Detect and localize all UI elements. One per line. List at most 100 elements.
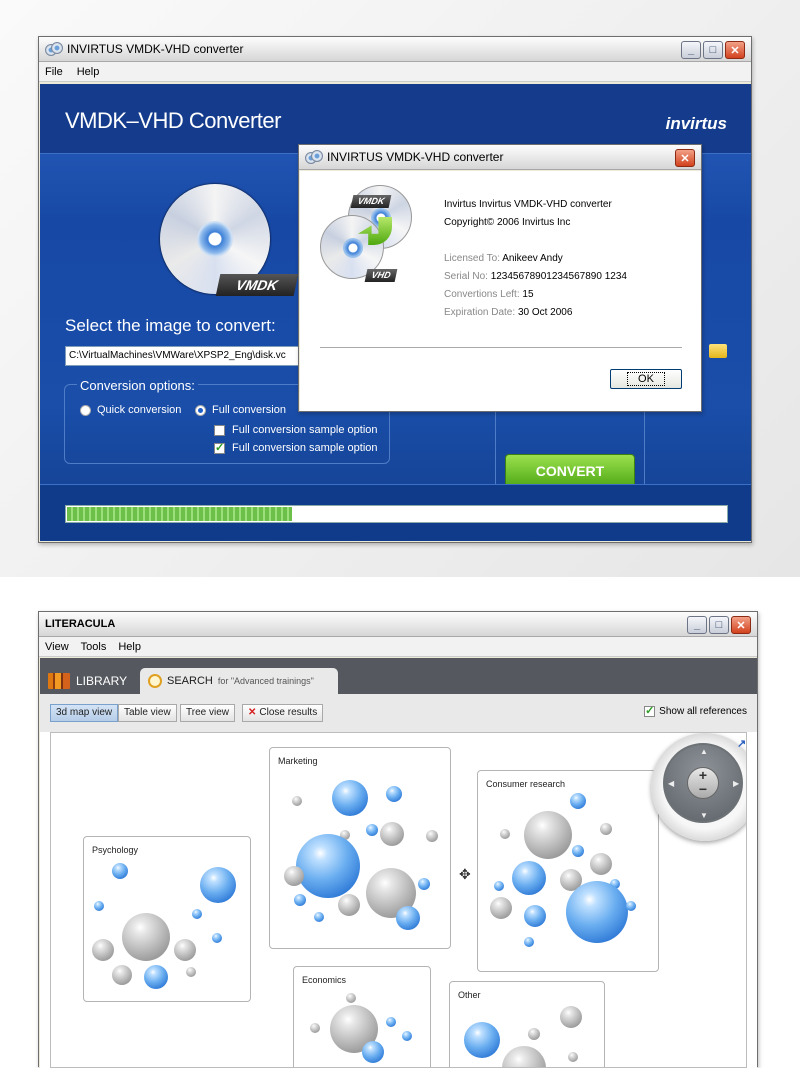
maximize-button[interactable]: □	[703, 41, 723, 59]
reference-sphere[interactable]	[386, 1017, 396, 1027]
pan-left-icon[interactable]: ◀	[668, 779, 674, 788]
pan-down-icon[interactable]: ▼	[700, 811, 708, 820]
menu-file[interactable]: File	[45, 66, 63, 78]
reference-sphere[interactable]	[174, 939, 196, 961]
title-bar[interactable]: LITERACULA _ □ ✕	[39, 612, 757, 637]
reference-sphere[interactable]	[490, 897, 512, 919]
reference-sphere[interactable]	[366, 824, 378, 836]
reference-sphere[interactable]	[296, 834, 360, 898]
reference-sphere[interactable]	[200, 867, 236, 903]
group-consumer-research[interactable]: Consumer research	[477, 770, 659, 972]
reference-sphere[interactable]	[346, 993, 356, 1003]
reference-sphere[interactable]	[512, 861, 546, 895]
reference-sphere[interactable]	[362, 1041, 384, 1063]
expand-icon[interactable]: ↗	[737, 737, 746, 750]
navigator-ring[interactable]: ▲ ▼ ◀ ▶ + −	[663, 743, 743, 823]
reference-sphere[interactable]	[528, 1028, 540, 1040]
reference-sphere[interactable]	[112, 965, 132, 985]
reference-sphere[interactable]	[590, 853, 612, 875]
reference-sphere[interactable]	[192, 909, 202, 919]
menu-help[interactable]: Help	[118, 641, 141, 653]
reference-sphere[interactable]	[426, 830, 438, 842]
reference-sphere[interactable]	[524, 811, 572, 859]
reference-sphere[interactable]	[292, 796, 302, 806]
reference-sphere[interactable]	[524, 937, 534, 947]
minimize-button[interactable]: _	[681, 41, 701, 59]
reference-sphere[interactable]	[500, 829, 510, 839]
menu-help[interactable]: Help	[77, 66, 100, 78]
reference-sphere[interactable]	[570, 793, 586, 809]
group-label: Marketing	[278, 756, 318, 766]
close-button[interactable]: ✕	[731, 616, 751, 634]
view-3d-map-button[interactable]: 3d map view	[50, 704, 119, 722]
reference-sphere[interactable]	[112, 863, 128, 879]
dialog-close-button[interactable]: ✕	[675, 149, 695, 167]
zoom-navigator-icon[interactable]: ▲ ▼ ◀ ▶ + −	[651, 733, 746, 841]
vhd-label: VHD	[364, 269, 398, 282]
zoom-in-out-icon[interactable]: + −	[687, 767, 719, 799]
reference-sphere[interactable]	[332, 780, 368, 816]
tab-library[interactable]: LIBRARY	[48, 668, 127, 694]
title-bar[interactable]: INVIRTUS VMDK-VHD converter _ □ ✕	[39, 37, 751, 62]
menu-view[interactable]: View	[45, 641, 69, 653]
disc-icon	[45, 42, 63, 56]
reference-sphere[interactable]	[464, 1022, 500, 1058]
close-button[interactable]: ✕	[725, 41, 745, 59]
sample-option-2-label: Full conversion sample option	[232, 442, 378, 454]
map-3d-view[interactable]: Psychology Marketing Consumer research E…	[50, 732, 747, 1068]
reference-sphere[interactable]	[294, 894, 306, 906]
reference-sphere[interactable]	[502, 1046, 546, 1067]
reference-sphere[interactable]	[122, 913, 170, 961]
reference-sphere[interactable]	[566, 881, 628, 943]
reference-sphere[interactable]	[386, 786, 402, 802]
reference-sphere[interactable]	[418, 878, 430, 890]
about-dialog: INVIRTUS VMDK-VHD converter ✕ VMDK VHD I…	[298, 144, 702, 412]
reference-sphere[interactable]	[94, 901, 104, 911]
ok-button[interactable]: OK	[610, 369, 682, 389]
menu-tools[interactable]: Tools	[81, 641, 107, 653]
full-conversion-radio[interactable]	[195, 405, 206, 416]
reference-sphere[interactable]	[568, 1052, 578, 1062]
reference-sphere[interactable]	[524, 905, 546, 927]
dialog-title-bar[interactable]: INVIRTUS VMDK-VHD converter ✕	[299, 145, 701, 170]
image-path-input[interactable]: C:\VirtualMachines\VMWare\XPSP2_Eng\disk…	[65, 346, 305, 366]
pan-up-icon[interactable]: ▲	[700, 747, 708, 756]
tab-search[interactable]: SEARCH for "Advanced trainings"	[140, 668, 338, 694]
view-tree-button[interactable]: Tree view	[180, 704, 235, 722]
sample-option-2-checkbox[interactable]	[214, 441, 225, 454]
reference-sphere[interactable]	[186, 967, 196, 977]
convert-button[interactable]: CONVERT	[505, 454, 635, 488]
reference-sphere[interactable]	[92, 939, 114, 961]
reference-sphere[interactable]	[338, 894, 360, 916]
group-economics[interactable]: Economics	[293, 966, 431, 1067]
pan-right-icon[interactable]: ▶	[733, 779, 739, 788]
select-image-label: Select the image to convert:	[65, 316, 276, 335]
show-all-checkbox[interactable]	[644, 704, 656, 717]
conversions-left-row: Convertions Left: 15	[444, 289, 534, 300]
group-psychology[interactable]: Psychology	[83, 836, 251, 1002]
reference-sphere[interactable]	[600, 823, 612, 835]
close-results-button[interactable]: ✕ Close results	[242, 704, 324, 722]
reference-sphere[interactable]	[572, 845, 584, 857]
group-other[interactable]: Other	[449, 981, 605, 1067]
show-all-references[interactable]: Show all references	[644, 704, 747, 717]
reference-sphere[interactable]	[560, 1006, 582, 1028]
move-icon[interactable]: ✥	[459, 866, 471, 883]
folder-icon[interactable]	[709, 344, 727, 358]
reference-sphere[interactable]	[310, 1023, 320, 1033]
reference-sphere[interactable]	[396, 906, 420, 930]
reference-sphere[interactable]	[380, 822, 404, 846]
reference-sphere[interactable]	[626, 901, 636, 911]
maximize-button[interactable]: □	[709, 616, 729, 634]
reference-sphere[interactable]	[494, 881, 504, 891]
reference-sphere[interactable]	[402, 1031, 412, 1041]
view-table-button[interactable]: Table view	[118, 704, 177, 722]
reference-sphere[interactable]	[212, 933, 222, 943]
group-marketing[interactable]: Marketing	[269, 747, 451, 949]
sample-option-1-checkbox[interactable]	[214, 425, 225, 436]
quick-conversion-radio[interactable]	[80, 405, 91, 416]
reference-sphere[interactable]	[284, 866, 304, 886]
minimize-button[interactable]: _	[687, 616, 707, 634]
reference-sphere[interactable]	[144, 965, 168, 989]
reference-sphere[interactable]	[314, 912, 324, 922]
